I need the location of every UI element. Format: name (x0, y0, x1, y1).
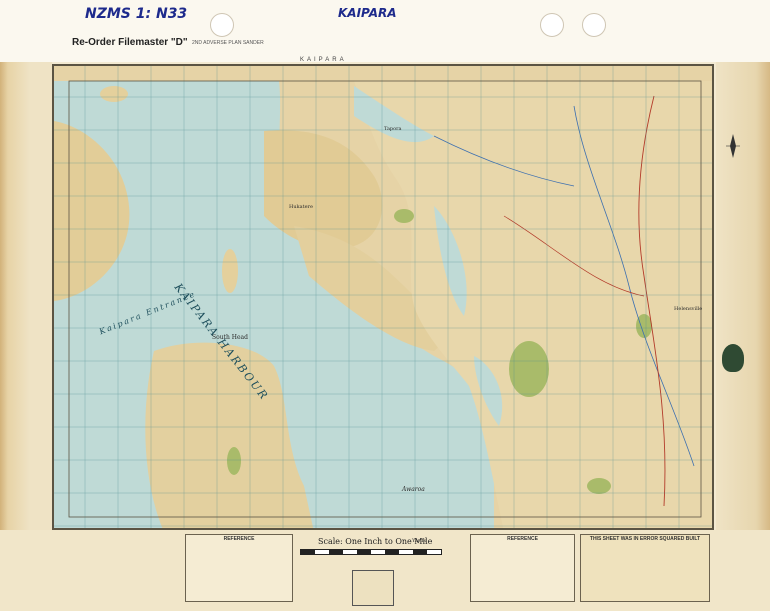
scale-bar (300, 549, 442, 555)
left-margin (0, 62, 52, 611)
legend-right-title: REFERENCE (507, 536, 538, 542)
north-arrow-icon (726, 134, 740, 158)
crest-icon (722, 344, 744, 372)
map-frame: KAIPARA HARBOUR Kaipara Entrance South H… (52, 64, 714, 530)
map-title-strip: KAIPARA (300, 57, 347, 63)
tapora-label: Tapora (384, 126, 402, 132)
handwritten-sheet-code: NZMS 1: N33 (85, 6, 188, 22)
map-sheet: NZMS 1: N33 KAIPARA Re-Order Filemaster … (0, 0, 770, 611)
map-canvas (54, 66, 712, 528)
legend-left-title: REFERENCE (223, 536, 255, 542)
right-margin (716, 62, 770, 611)
scale-unit: Yards (412, 538, 427, 544)
reorder-label: Re-Order Filemaster "D" (72, 37, 188, 48)
punch-hole (210, 13, 234, 37)
handwritten-sheet-name: KAIPARA (338, 6, 397, 20)
legend-left: REFERENCE (185, 534, 293, 602)
helensville-label: Helensville (674, 306, 703, 312)
hukatere-label: Hukatere (289, 204, 313, 210)
punch-hole (540, 13, 564, 37)
info-box-title: THIS SHEET WAS IN ERROR SQUARED BUILT (589, 536, 701, 542)
info-box: THIS SHEET WAS IN ERROR SQUARED BUILT (580, 534, 710, 602)
index-inset-map (352, 570, 394, 606)
legend-right: REFERENCE (470, 534, 575, 602)
series-label: 2ND ADVERSE PLAN SANDER (192, 40, 264, 46)
awaroa-label: Awaroa (402, 486, 425, 493)
south-head-label: South Head (212, 334, 248, 341)
punch-hole (582, 13, 606, 37)
